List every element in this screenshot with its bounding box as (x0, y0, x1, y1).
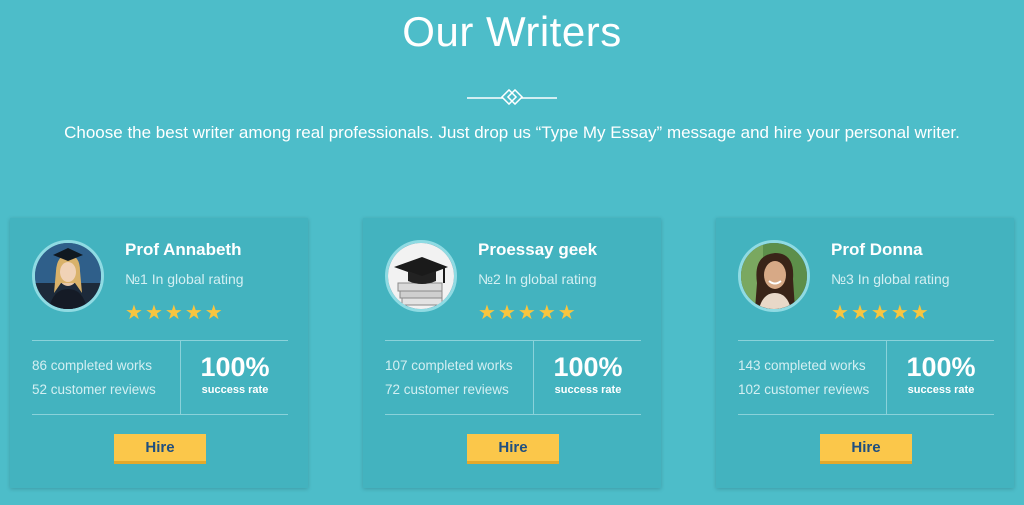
writer-avatar (32, 240, 104, 312)
star-icon: ★ (478, 302, 496, 324)
writer-card: Proessay geek №2 In global rating ★ ★ ★ ★ ★ … (363, 218, 661, 488)
divider-line (385, 340, 641, 341)
writer-rank: №2 In global rating (478, 271, 597, 287)
writer-name: Prof Donna (831, 240, 923, 259)
completed-works: 107 completed works (385, 358, 513, 373)
woman-graduate-avatar-icon (35, 243, 101, 309)
divider-line (180, 340, 181, 414)
star-icon: ★ (537, 302, 556, 324)
divider-line (886, 340, 887, 414)
star-icon: ★ (184, 302, 203, 324)
writer-rating: ★ ★ ★ ★ ★ (125, 303, 223, 323)
star-icon: ★ (144, 302, 163, 324)
writer-avatar (738, 240, 810, 312)
star-icon: ★ (910, 302, 929, 324)
graduation-cap-avatar-icon (388, 243, 454, 309)
divider-line (32, 414, 288, 415)
hire-button[interactable]: Hire (114, 434, 206, 464)
writer-rating: ★ ★ ★ ★ ★ (478, 303, 576, 323)
diamond-divider-icon (467, 88, 557, 106)
divider-line (738, 340, 994, 341)
divider-line (32, 340, 288, 341)
star-icon: ★ (850, 302, 869, 324)
writer-rating: ★ ★ ★ ★ ★ (831, 303, 929, 323)
writer-name: Proessay geek (478, 240, 598, 259)
section-subtitle: Choose the best writer among real profes… (64, 123, 960, 142)
writer-rank: №1 In global rating (125, 271, 244, 287)
success-rate-label: success rate (907, 384, 975, 396)
star-icon: ★ (557, 302, 576, 324)
star-icon: ★ (497, 302, 516, 324)
divider-line (738, 414, 994, 415)
star-icon: ★ (890, 302, 909, 324)
completed-works: 143 completed works (738, 358, 866, 373)
customer-reviews: 102 customer reviews (738, 382, 870, 397)
star-icon: ★ (204, 302, 223, 324)
writer-rank: №3 In global rating (831, 271, 950, 287)
star-icon: ★ (125, 302, 143, 324)
writer-avatar (385, 240, 457, 312)
divider-line (385, 414, 641, 415)
section-title: Our Writers (402, 8, 622, 55)
completed-works: 86 completed works (32, 358, 153, 373)
customer-reviews: 72 customer reviews (385, 382, 509, 397)
hire-button[interactable]: Hire (820, 434, 912, 464)
success-percentage: 100% (200, 352, 270, 382)
star-icon: ★ (164, 302, 183, 324)
success-percentage: 100% (906, 352, 976, 382)
star-icon: ★ (870, 302, 889, 324)
success-percentage: 100% (553, 352, 623, 382)
star-icon: ★ (517, 302, 536, 324)
success-rate-label: success rate (554, 384, 622, 396)
customer-reviews: 52 customer reviews (32, 382, 156, 397)
divider-line (533, 340, 534, 414)
writer-card: Prof Annabeth №1 In global rating ★ ★ ★ ★ ★ … (10, 218, 308, 488)
success-rate-label: success rate (201, 384, 269, 396)
star-icon: ★ (831, 302, 849, 324)
hire-button[interactable]: Hire (467, 434, 559, 464)
writer-name: Prof Annabeth (125, 240, 242, 259)
woman-portrait-avatar-icon (741, 243, 807, 309)
writer-card: Prof Donna №3 In global rating ★ ★ ★ ★ ★ 143… (716, 218, 1014, 488)
